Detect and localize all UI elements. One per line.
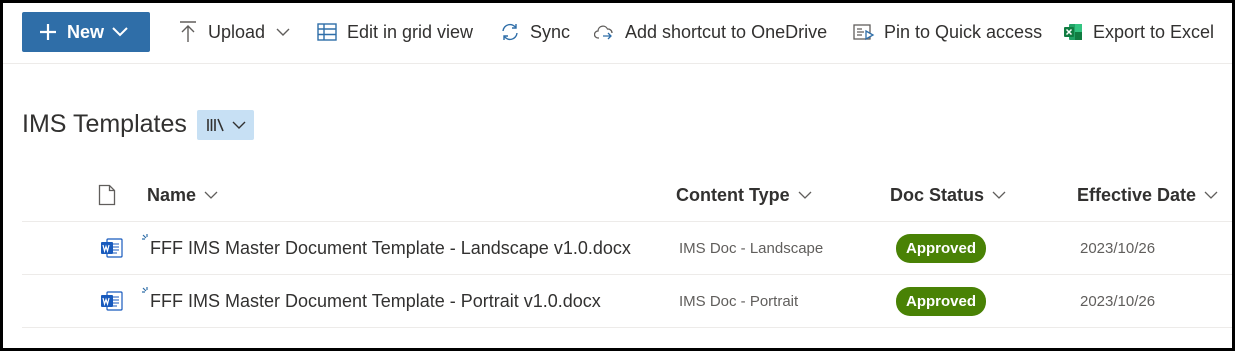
file-type-header[interactable] — [98, 184, 116, 206]
chevron-down-icon — [232, 121, 246, 130]
file-name-link[interactable]: FFF IMS Master Document Template - Portr… — [150, 275, 601, 327]
sync-button[interactable]: Sync — [499, 12, 570, 52]
column-content-type-label: Content Type — [676, 184, 790, 205]
status-badge: Approved — [896, 286, 987, 316]
column-effective-date-label: Effective Date — [1077, 184, 1197, 205]
sync-label: Sync — [530, 21, 571, 42]
upload-label: Upload — [208, 21, 266, 42]
content-type-value: IMS Doc - Portrait — [679, 292, 799, 310]
chevron-down-icon — [276, 28, 290, 37]
column-header-doc-status[interactable]: Doc Status — [890, 168, 1006, 222]
library-view-icon — [206, 117, 226, 133]
column-header-content-type[interactable]: Content Type — [676, 168, 812, 222]
chevron-down-icon — [798, 191, 812, 200]
pin-label: Pin to Quick access — [884, 21, 1043, 42]
cloud-link-icon — [594, 21, 616, 43]
chevron-down-icon — [112, 27, 128, 37]
column-doc-status-label: Doc Status — [890, 184, 985, 205]
effective-date-value: 2023/10/26 — [1080, 239, 1156, 257]
doc-status-cell: Approved — [896, 222, 987, 274]
command-bar: New Upload Edit in grid view Sync Add sh… — [3, 3, 1232, 64]
file-icon — [98, 184, 116, 206]
upload-button[interactable]: Upload — [177, 12, 290, 52]
word-doc-icon — [100, 289, 124, 313]
pin-icon — [853, 21, 875, 43]
doc-status-cell: Approved — [896, 275, 987, 327]
chevron-down-icon — [204, 191, 218, 200]
table-row[interactable]: FFF IMS Master Document Template - Portr… — [22, 275, 1232, 328]
column-name-label: Name — [147, 184, 197, 205]
column-header-row: Name Content Type Doc Status Effective D… — [22, 168, 1232, 222]
column-header-effective-date[interactable]: Effective Date — [1077, 168, 1218, 222]
file-name-link[interactable]: FFF IMS Master Document Template - Lands… — [150, 222, 631, 274]
chevron-down-icon — [992, 191, 1006, 200]
excel-icon — [1062, 21, 1084, 43]
add-shortcut-label: Add shortcut to OneDrive — [625, 21, 828, 42]
export-excel-button[interactable]: Export to Excel — [1062, 12, 1214, 52]
content-type-value: IMS Doc - Landscape — [679, 239, 824, 257]
upload-arrow-icon — [177, 21, 199, 43]
sync-icon — [499, 21, 521, 43]
effective-date-value: 2023/10/26 — [1080, 292, 1156, 310]
add-shortcut-button[interactable]: Add shortcut to OneDrive — [594, 12, 827, 52]
new-button[interactable]: New — [22, 12, 150, 52]
word-doc-icon — [100, 236, 124, 260]
library-title: IMS Templates — [22, 110, 187, 138]
plus-icon — [38, 22, 58, 42]
grid-icon — [316, 21, 338, 43]
status-badge: Approved — [896, 233, 987, 263]
column-header-name[interactable]: Name — [147, 168, 218, 222]
export-excel-label: Export to Excel — [1093, 21, 1215, 42]
view-switcher-button[interactable] — [197, 110, 254, 140]
pin-quick-access-button[interactable]: Pin to Quick access — [853, 12, 1042, 52]
new-button-label: New — [67, 21, 105, 42]
edit-grid-view-button[interactable]: Edit in grid view — [316, 12, 473, 52]
document-library-frame: New Upload Edit in grid view Sync Add sh… — [0, 0, 1235, 351]
table-row[interactable]: FFF IMS Master Document Template - Lands… — [22, 222, 1232, 275]
chevron-down-icon — [1204, 191, 1218, 200]
edit-grid-label: Edit in grid view — [347, 21, 474, 42]
